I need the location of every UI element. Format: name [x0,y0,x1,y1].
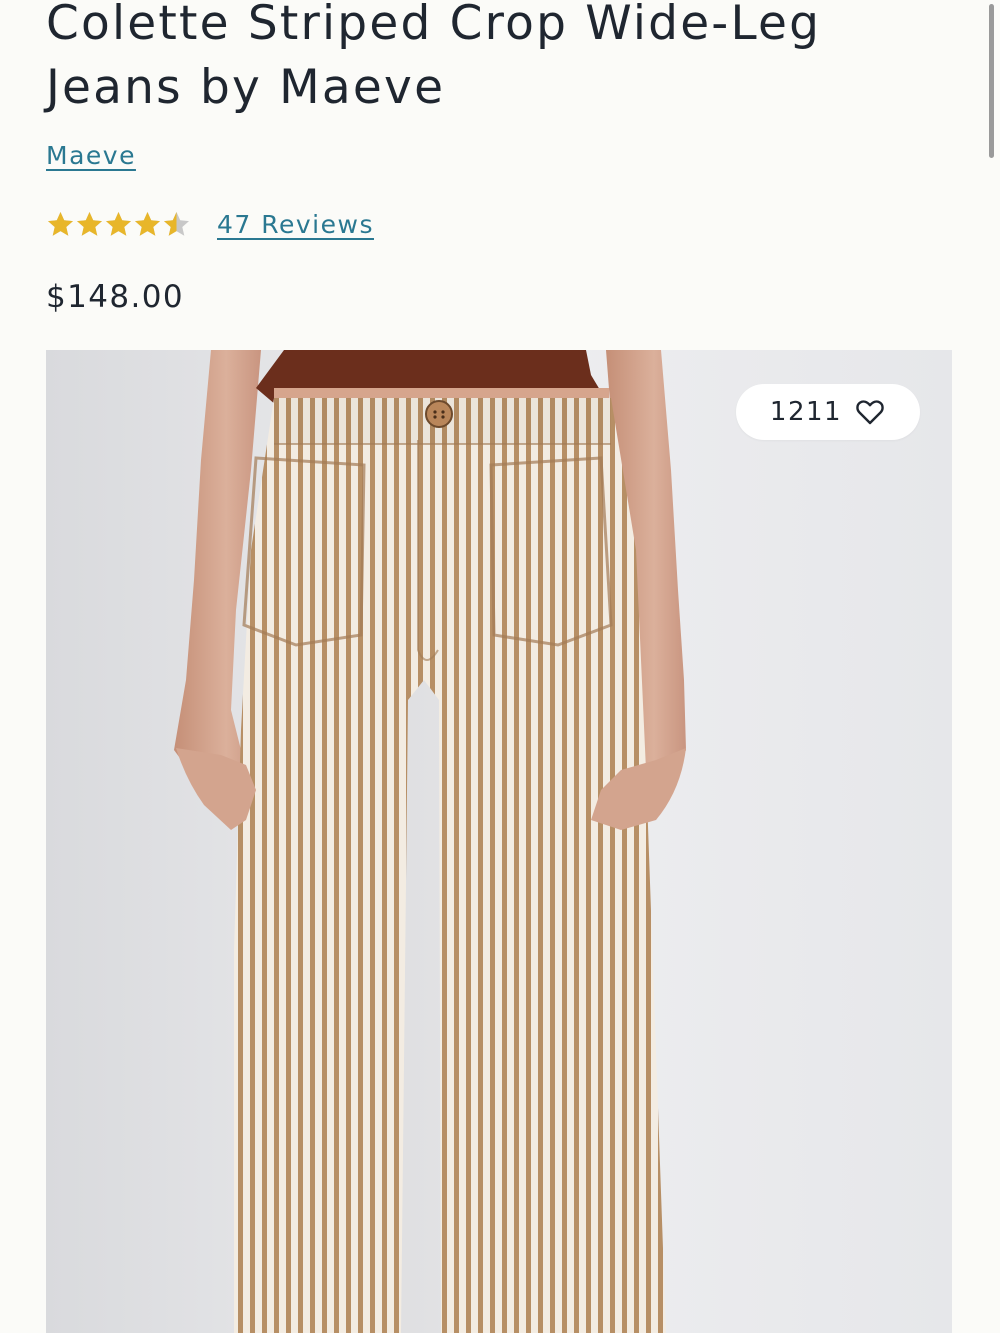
like-button[interactable]: 1211 [736,384,920,440]
product-photo [46,350,952,1333]
product-title: Colette Striped Crop Wide-Leg Jeans by M… [46,0,822,115]
star-rating [46,210,191,239]
rating-row: 47 Reviews [46,204,374,244]
like-count: 1211 [769,397,843,427]
star-icon [77,211,102,236]
star-icon [106,211,131,236]
scrollbar[interactable] [989,4,994,158]
reviews-link[interactable]: 47 Reviews [217,210,374,239]
star-icon [48,211,73,236]
heart-outline-icon [856,400,884,425]
star-icon [135,211,160,236]
brand-link[interactable]: Maeve [46,141,136,170]
product-image-gallery[interactable]: 1211 [46,350,952,1333]
product-price: $148.00 [46,279,184,315]
star-icon [164,211,189,236]
